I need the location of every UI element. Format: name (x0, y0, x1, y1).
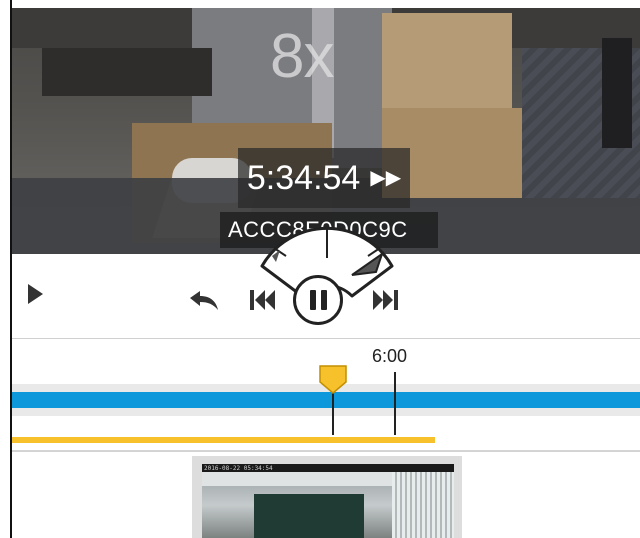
fast-forward-icon: ▶▶ (370, 167, 402, 189)
recording-bar[interactable] (12, 392, 640, 408)
pause-icon (309, 290, 316, 310)
window-left-border (10, 0, 12, 538)
video-player-window: 8x 5:34:54 ▶▶ ACCC8E0D0C9C (0, 0, 640, 538)
timestamp-overlay: 5:34:54 ▶▶ (238, 148, 410, 208)
playhead-marker-icon[interactable] (318, 364, 348, 394)
playhead-line (332, 392, 334, 435)
timeline-tick (394, 372, 396, 435)
preview-thumbnail[interactable]: 2016-08-22 05:34:54 (202, 464, 454, 538)
pause-button[interactable] (293, 275, 343, 325)
timeline-tick-label: 6:00 (372, 346, 408, 366)
skip-previous-icon[interactable] (248, 288, 276, 312)
undo-icon[interactable] (188, 290, 220, 312)
skip-next-icon[interactable] (372, 288, 400, 312)
timeline-divider (12, 450, 640, 452)
play-icon[interactable] (28, 284, 43, 304)
playback-speed-label: 8x (270, 22, 334, 91)
thumbnail-timestamp: 2016-08-22 05:34:54 (204, 465, 273, 472)
event-bar (12, 437, 435, 443)
playback-time: 5:34:54 (246, 159, 361, 197)
